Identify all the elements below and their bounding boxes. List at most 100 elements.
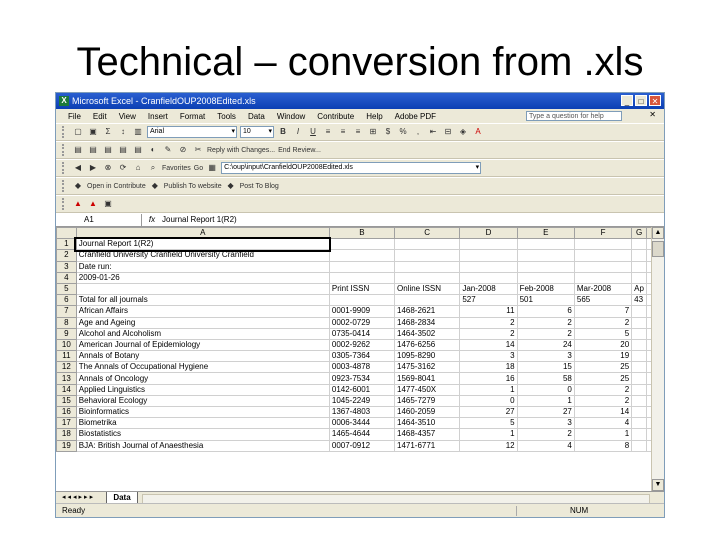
comment-icon[interactable]: ▤ <box>72 144 84 156</box>
pdf-mail-icon[interactable]: ▲ <box>87 198 99 210</box>
cell[interactable]: 0003-4878 <box>328 361 396 374</box>
column-header[interactable]: B <box>328 227 396 240</box>
fx-icon[interactable]: fx <box>142 215 162 224</box>
align-left-icon[interactable]: ≡ <box>322 126 334 138</box>
cell[interactable]: 27 <box>459 405 518 419</box>
cell[interactable]: 1465-7279 <box>393 394 461 408</box>
cell[interactable]: 0735-0414 <box>328 327 396 340</box>
cell[interactable]: 24 <box>516 338 575 352</box>
row-header[interactable]: 14 <box>56 383 77 396</box>
menu-item-file[interactable]: File <box>62 112 87 121</box>
cell[interactable]: 1465-4644 <box>328 428 396 441</box>
cell[interactable]: 0 <box>516 383 575 396</box>
cell[interactable] <box>393 271 461 284</box>
cell[interactable]: 16 <box>459 372 518 385</box>
cell[interactable] <box>573 260 633 273</box>
cell[interactable]: 5 <box>573 327 633 340</box>
cell[interactable]: Biometrika <box>75 417 330 430</box>
cell[interactable]: Cranfield University Cranfield Universit… <box>75 249 330 262</box>
favorites-menu[interactable]: Favorites <box>162 165 191 172</box>
row-header[interactable]: 10 <box>56 338 77 352</box>
menu-item-edit[interactable]: Edit <box>87 112 113 121</box>
cell[interactable] <box>393 294 461 307</box>
cell[interactable]: 1464-3502 <box>393 327 461 340</box>
cell[interactable]: 501 <box>516 294 575 307</box>
cell[interactable]: 2 <box>516 428 575 441</box>
toolbar-grip[interactable] <box>62 162 67 174</box>
column-header[interactable]: F <box>573 227 633 240</box>
cell[interactable]: 1569-8041 <box>393 372 461 385</box>
contribute-icon[interactable]: ◆ <box>72 180 84 192</box>
cell[interactable] <box>631 338 647 352</box>
column-header[interactable]: C <box>393 227 461 240</box>
cell[interactable] <box>631 361 647 374</box>
cell[interactable]: 0001-9909 <box>328 305 396 318</box>
toolbar-grip[interactable] <box>62 144 67 156</box>
address-input[interactable]: C:\oup\input\CranfieldOUP2008Edited.xls <box>221 162 482 174</box>
back-icon[interactable]: ◀ <box>72 162 84 174</box>
comma-icon[interactable]: , <box>412 126 424 138</box>
row-header[interactable]: 19 <box>56 439 77 452</box>
row-header[interactable]: 2 <box>56 249 77 262</box>
cell[interactable]: 0002-0729 <box>328 316 396 329</box>
cell[interactable] <box>631 428 647 441</box>
cell[interactable]: Behavioral Ecology <box>75 394 330 408</box>
scroll-down-icon[interactable]: ▼ <box>652 479 664 491</box>
cell[interactable]: 1477-450X <box>393 383 461 396</box>
currency-icon[interactable]: $ <box>382 126 394 138</box>
row-header[interactable]: 13 <box>56 372 77 385</box>
menu-item-contribute[interactable]: Contribute <box>311 112 360 121</box>
cell[interactable]: 2009-01-26 <box>75 271 330 284</box>
cell[interactable] <box>631 383 647 396</box>
cell[interactable]: 2 <box>459 316 518 329</box>
font-color-icon[interactable]: A <box>472 126 484 138</box>
cell[interactable]: BJA: British Journal of Anaesthesia <box>75 439 330 452</box>
cell[interactable] <box>631 327 647 340</box>
cell[interactable]: 0006-3444 <box>328 417 396 430</box>
cell[interactable]: 1 <box>516 394 575 408</box>
row-header[interactable]: 12 <box>56 361 77 374</box>
track-icon[interactable]: ⊘ <box>177 144 189 156</box>
align-right-icon[interactable]: ≡ <box>352 126 364 138</box>
new-icon[interactable]: ▢ <box>72 126 84 138</box>
maximize-icon[interactable]: □ <box>635 95 647 106</box>
row-header[interactable]: 6 <box>56 294 77 307</box>
delete-comment-icon[interactable]: ✂ <box>192 144 204 156</box>
cell[interactable]: 14 <box>573 405 633 419</box>
cell[interactable] <box>631 238 647 251</box>
cell[interactable]: 1476-6256 <box>393 338 461 352</box>
cell[interactable]: 1471-6771 <box>393 439 461 452</box>
name-box[interactable]: A1 <box>56 213 142 226</box>
fill-color-icon[interactable]: ◈ <box>457 126 469 138</box>
cell[interactable]: Feb-2008 <box>516 282 575 296</box>
row-header[interactable]: 9 <box>56 327 77 340</box>
cell[interactable] <box>516 249 575 262</box>
search-web-icon[interactable]: ⌕ <box>147 162 159 174</box>
cell[interactable]: 14 <box>459 338 518 352</box>
percent-icon[interactable]: % <box>397 126 409 138</box>
cell[interactable]: 1468-2621 <box>393 305 461 318</box>
comment-icon[interactable]: ▤ <box>132 144 144 156</box>
menu-item-adobe-pdf[interactable]: Adobe PDF <box>389 112 442 121</box>
refresh-icon[interactable]: ⟳ <box>117 162 129 174</box>
cell[interactable]: American Journal of Epidemiology <box>75 338 330 352</box>
cell[interactable]: 2 <box>459 327 518 340</box>
row-header[interactable]: 11 <box>56 350 77 363</box>
cell[interactable] <box>631 405 647 419</box>
cell[interactable]: 58 <box>516 372 575 385</box>
formula-input[interactable]: Journal Report 1(R2) <box>162 215 237 224</box>
menu-item-view[interactable]: View <box>113 112 142 121</box>
column-header[interactable]: G <box>631 227 647 240</box>
ink-icon[interactable]: ✎ <box>162 144 174 156</box>
cell[interactable]: Annals of Botany <box>75 350 330 363</box>
close-workbook-icon[interactable]: ✕ <box>649 110 656 119</box>
cell[interactable] <box>573 249 633 262</box>
cell[interactable]: 5 <box>459 417 518 430</box>
open-in-contribute-button[interactable]: Open in Contribute <box>87 183 146 190</box>
cell[interactable] <box>631 271 647 284</box>
cell[interactable]: 0 <box>459 394 518 408</box>
cell[interactable] <box>573 271 633 284</box>
cell[interactable]: Annals of Oncology <box>75 372 330 385</box>
blog-icon[interactable]: ◆ <box>225 180 237 192</box>
cell[interactable] <box>393 260 461 273</box>
